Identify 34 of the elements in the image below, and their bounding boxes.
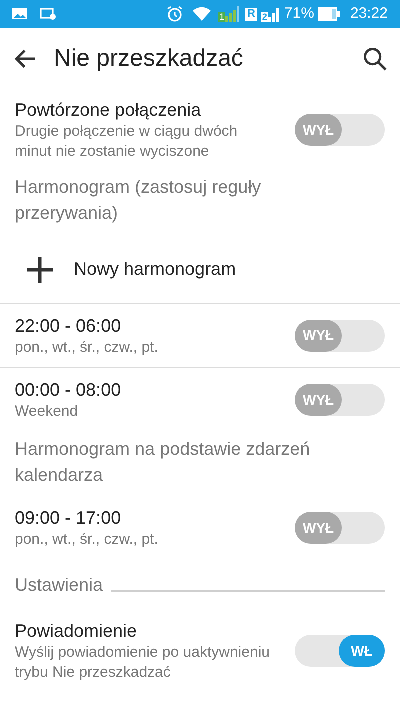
sim-number: 1 bbox=[218, 12, 226, 22]
setting-subtitle: Weekend bbox=[15, 402, 80, 422]
new-schedule-label: Nowy harmonogram bbox=[74, 258, 236, 281]
signal-icon bbox=[225, 6, 240, 22]
clock: 23:22 bbox=[350, 4, 388, 24]
setting-title: Powiadomienie bbox=[15, 620, 138, 643]
setting-row[interactable]: 22:00 - 06:00 pon., wt., śr., czw., pt. WYŁ bbox=[0, 304, 400, 368]
section-header: Harmonogram (zastosuj reguły przerywania) bbox=[15, 176, 262, 225]
setting-subtitle: pon., wt., śr., czw., pt. bbox=[15, 530, 160, 550]
alarm-icon bbox=[166, 5, 184, 23]
setting-title: 00:00 - 08:00 bbox=[15, 379, 122, 402]
battery-icon bbox=[318, 7, 340, 21]
screen-icon bbox=[40, 8, 56, 20]
image-icon bbox=[12, 8, 28, 20]
section-header: Harmonogram na podstawie zdarzeń kalendarza bbox=[15, 438, 312, 487]
setting-subtitle: Drugie połączenie w ciągu dwóch minut nie zostanie wyciszone bbox=[15, 122, 239, 162]
search-icon[interactable] bbox=[362, 46, 388, 72]
setting-row[interactable]: 09:00 - 17:00 pon., wt., śr., czw., pt. WYŁ bbox=[0, 496, 400, 560]
sim-number: 2 bbox=[261, 12, 268, 22]
setting-title: 22:00 - 06:00 bbox=[15, 314, 122, 338]
setting-subtitle: Wyślij powiadomienie po uaktywnieniu trybu Nie przeszkadzać bbox=[15, 643, 271, 683]
setting-row[interactable]: Powtórzone połączenia Drugie połączenie w ciągu dwóch minut nie zostanie wyciszone WYŁ bbox=[0, 90, 400, 170]
category-header: Ustawienia bbox=[15, 574, 104, 597]
new-schedule-row[interactable]: Nowy harmonogram bbox=[0, 236, 400, 304]
wifi-icon bbox=[192, 6, 212, 22]
setting-subtitle: pon., wt., śr., czw., pt. bbox=[15, 338, 160, 358]
setting-row[interactable]: 00:00 - 08:00 Weekend WYŁ bbox=[0, 368, 400, 432]
page-title: Nie przeszkadzać bbox=[54, 44, 244, 74]
setting-title: Powtórzone połączenia bbox=[15, 99, 202, 122]
battery-percent: 71% bbox=[284, 4, 314, 24]
roaming-badge: R bbox=[245, 8, 258, 20]
signal-icon bbox=[268, 6, 280, 22]
setting-row[interactable]: Powiadomienie Wyślij powiadomienie po uaktywnieniu trybu Nie przeszkadzać WŁ bbox=[0, 611, 400, 691]
setting-title: 09:00 - 17:00 bbox=[15, 507, 122, 530]
